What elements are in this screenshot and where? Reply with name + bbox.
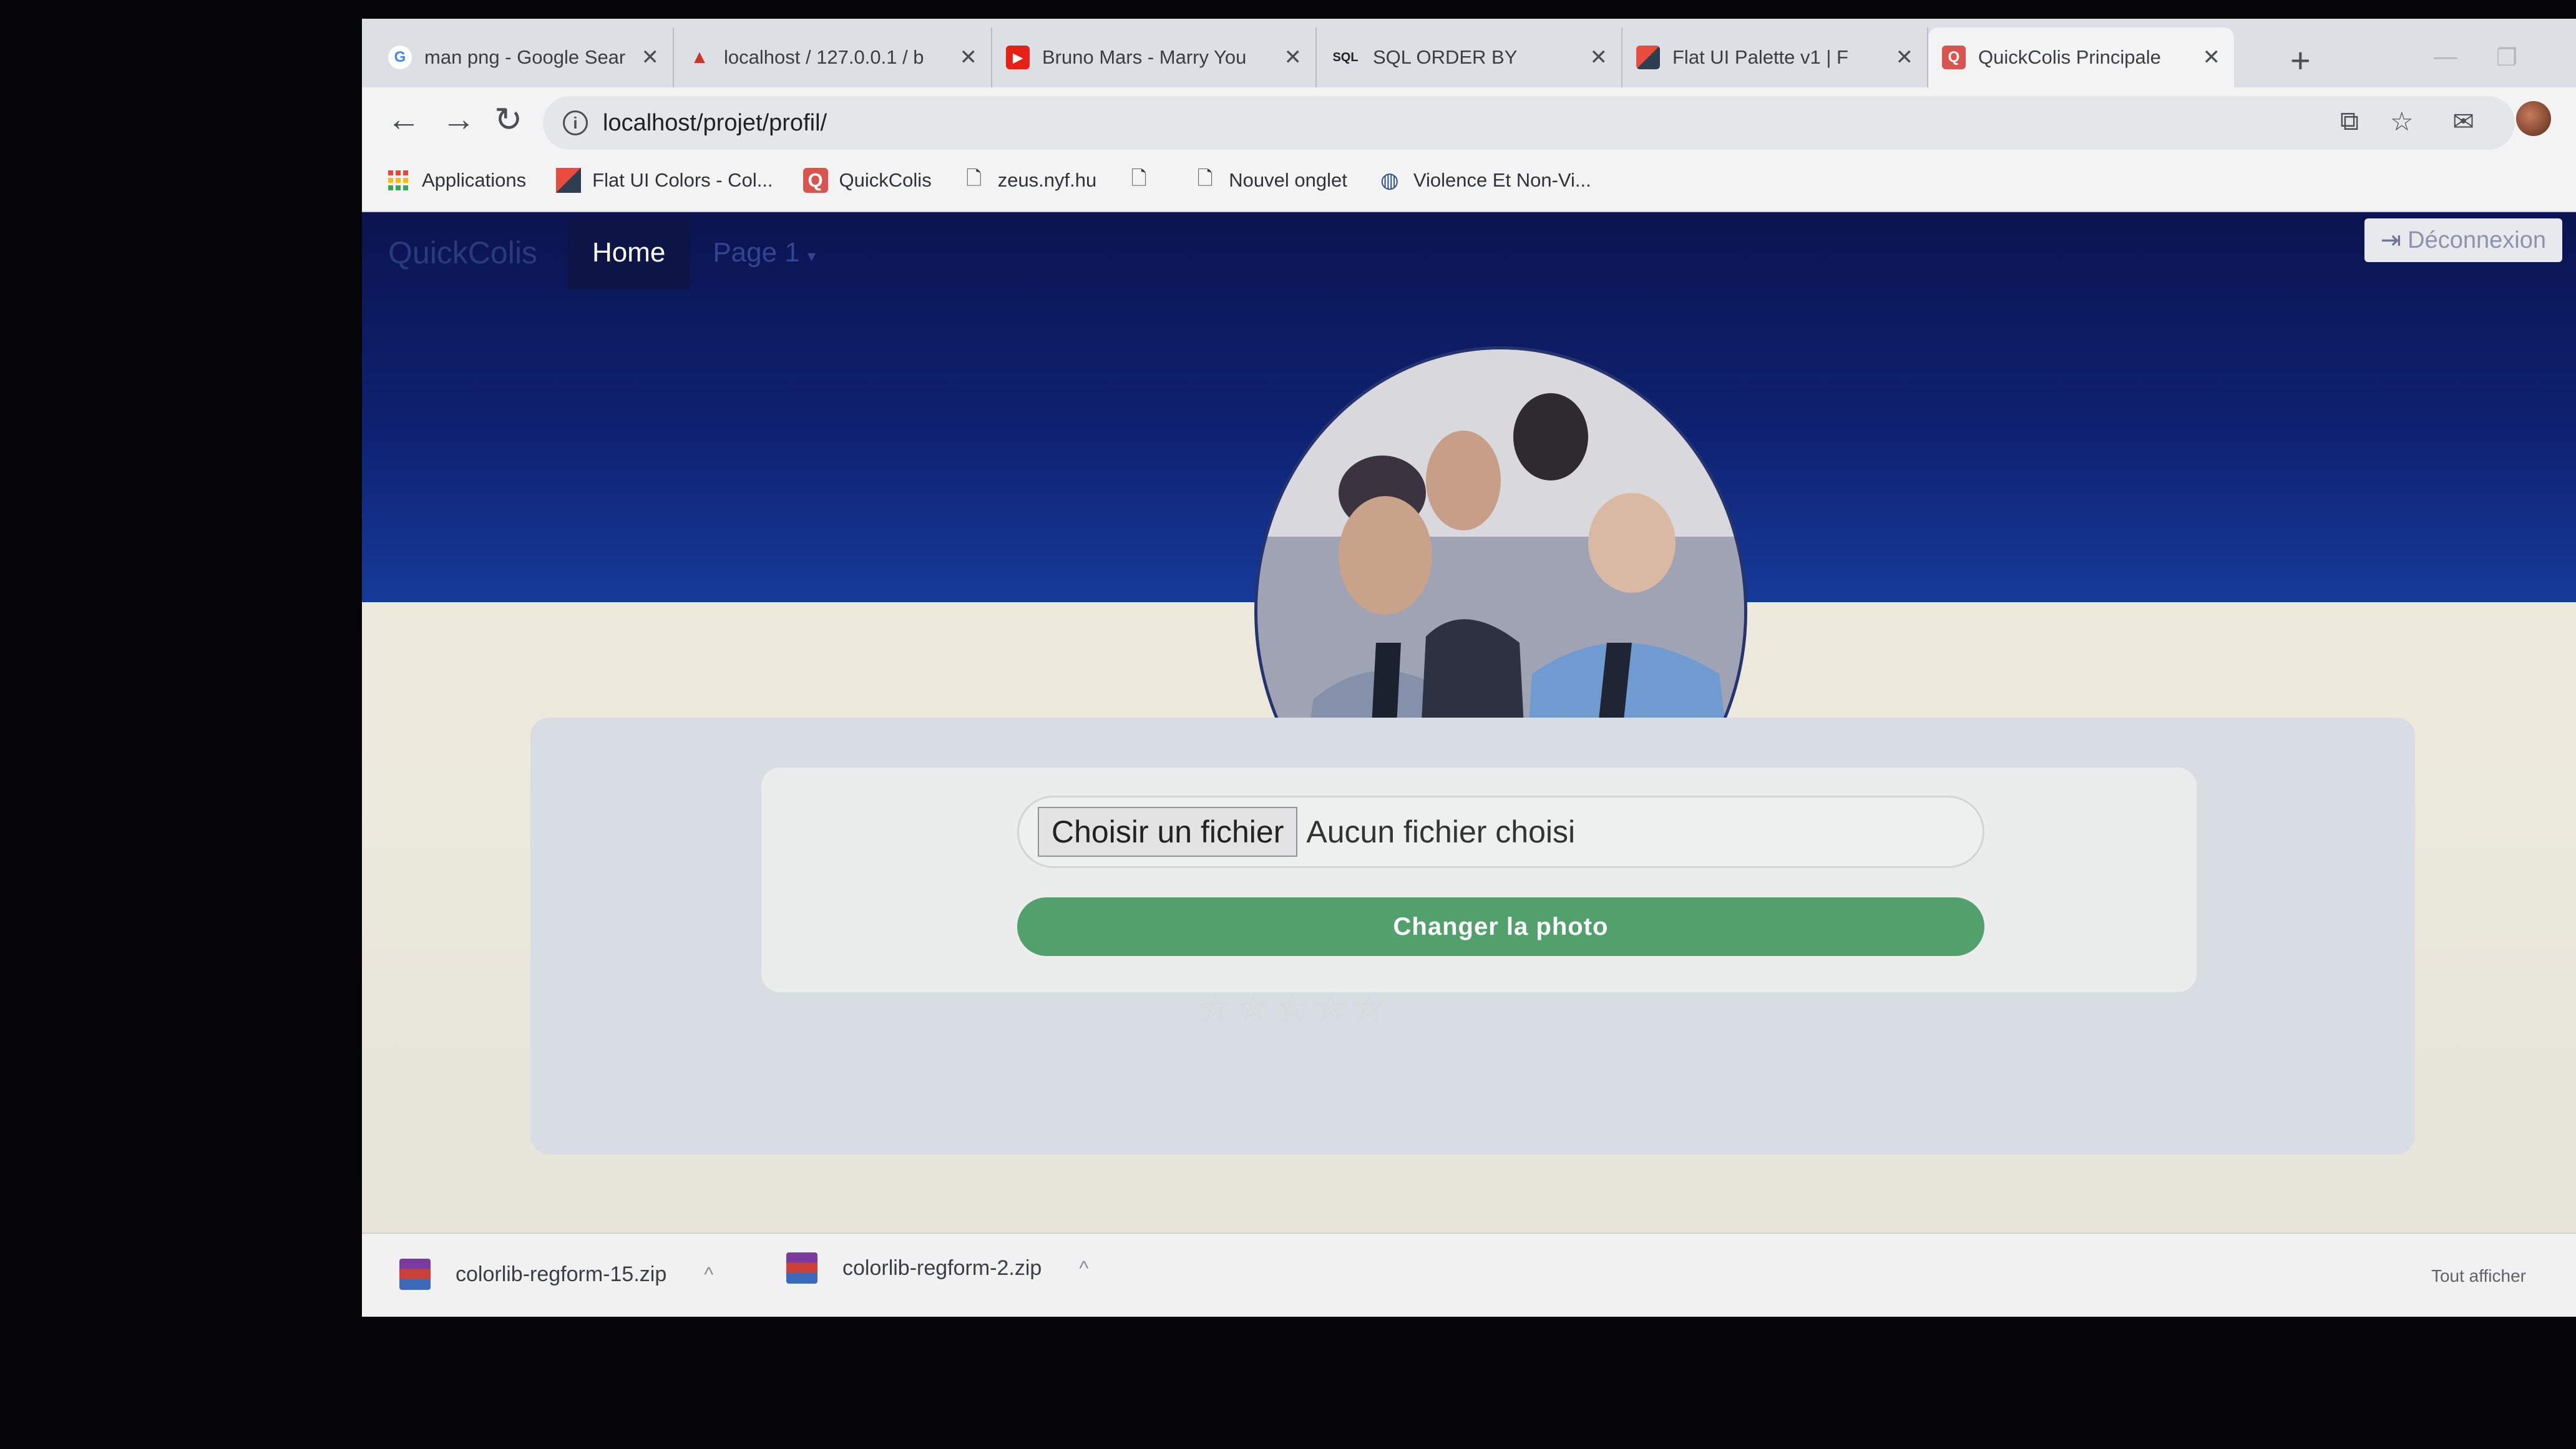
logout-icon: ⇥	[2380, 227, 2402, 254]
star-rating[interactable]: ☆☆☆☆☆	[1198, 986, 1391, 1030]
change-photo-button[interactable]: Changer la photo	[1017, 897, 1984, 956]
nav-page1-label: Page 1	[713, 237, 800, 268]
laptop-screen: G man png - Google Sear ✕ ▲ localhost / …	[362, 19, 2576, 1317]
bookmark-label: Violence Et Non-Vi...	[1413, 169, 1591, 191]
nav-home[interactable]: Home	[567, 216, 691, 290]
archive-icon	[786, 1252, 817, 1284]
page-icon: 🗋	[966, 167, 982, 189]
bookmarks-bar: Applications Flat UI Colors - Col... Q Q…	[362, 150, 2576, 212]
bookmark-violence[interactable]: ◍ Violence Et Non-Vi...	[1377, 168, 1591, 193]
close-icon[interactable]: ✕	[1284, 45, 1302, 70]
address-bar[interactable]: i localhost/projet/profil/	[543, 96, 2515, 150]
tab-label: QuickColis Principale	[1978, 46, 2161, 68]
google-icon: G	[388, 46, 412, 69]
tab-youtube[interactable]: ▶ Bruno Mars - Marry You ✕	[992, 27, 1317, 87]
site-navbar: QuickColis Home Page 1 ▾	[362, 212, 2576, 293]
tab-label: man png - Google Sear	[424, 46, 626, 68]
quickcolis-icon: Q	[803, 168, 828, 193]
bookmark-star-icon[interactable]: ☆	[2390, 106, 2414, 137]
download-item[interactable]: colorlib-regform-15.zip ^	[399, 1259, 713, 1290]
chevron-up-icon[interactable]: ^	[704, 1263, 713, 1286]
download-shelf: colorlib-regform-15.zip ^ colorlib-regfo…	[362, 1232, 2576, 1317]
bookmark-zeus[interactable]: 🗋 zeus.nyf.hu	[962, 167, 1097, 193]
youtube-icon: ▶	[1006, 46, 1030, 69]
nav-page1-dropdown[interactable]: Page 1 ▾	[713, 237, 816, 268]
maximize-icon[interactable]: ❐	[2496, 44, 2517, 72]
minimize-icon[interactable]: —	[2434, 44, 2457, 71]
bookmark-quickcolis[interactable]: Q QuickColis	[803, 168, 932, 193]
download-filename: colorlib-regform-15.zip	[456, 1262, 667, 1286]
phpmyadmin-icon: ▲	[690, 47, 709, 67]
bookmark-label: zeus.nyf.hu	[997, 169, 1097, 191]
bookmark-nouvel-onglet[interactable]: 🗋 Nouvel onglet	[1193, 167, 1347, 193]
reload-icon[interactable]: ↻	[494, 100, 522, 139]
close-icon[interactable]: ✕	[960, 45, 978, 70]
flatui-icon	[1636, 46, 1660, 69]
choose-file-button[interactable]: Choisir un fichier	[1038, 807, 1298, 857]
close-icon[interactable]: ✕	[642, 45, 660, 70]
download-filename: colorlib-regform-2.zip	[842, 1256, 1042, 1280]
archive-icon	[399, 1259, 431, 1290]
close-icon[interactable]: ✕	[1896, 45, 1914, 70]
tab-flat-ui-palette[interactable]: Flat UI Palette v1 | F ✕	[1622, 27, 1928, 87]
tab-label: Flat UI Palette v1 | F	[1672, 46, 1848, 68]
show-all-downloads-link[interactable]: Tout afficher	[2431, 1266, 2526, 1286]
logout-button[interactable]: ⇥ Déconnexion	[2364, 218, 2562, 262]
page-content: QuickColis Home Page 1 ▾ ⇥ Déconnexion C…	[362, 212, 2576, 1317]
tab-label: localhost / 127.0.0.1 / b	[724, 46, 924, 68]
tab-strip: G man png - Google Sear ✕ ▲ localhost / …	[362, 19, 2576, 87]
tab-sql-order-by[interactable]: SQL SQL ORDER BY ✕	[1317, 27, 1622, 87]
page-icon: 🗋	[1131, 167, 1147, 189]
bookmark-label: Nouvel onglet	[1229, 169, 1347, 191]
caret-down-icon: ▾	[807, 246, 816, 265]
bookmark-applications[interactable]: Applications	[386, 168, 526, 193]
close-icon[interactable]: ✕	[2203, 45, 2221, 70]
brand-logo[interactable]: QuickColis	[388, 235, 537, 271]
tab-phpmyadmin[interactable]: ▲ localhost / 127.0.0.1 / b ✕	[674, 27, 992, 87]
bookmark-label: Applications	[422, 169, 527, 191]
globe-icon: ◍	[1380, 168, 1399, 192]
site-info-icon[interactable]: i	[563, 110, 588, 135]
tab-label: Bruno Mars - Marry You	[1042, 46, 1247, 68]
close-icon[interactable]: ✕	[1590, 45, 1608, 70]
sql-icon: SQL	[1332, 50, 1359, 64]
upload-form: Choisir un fichier Aucun fichier choisi …	[761, 768, 2197, 992]
bookmark-flat-ui-colors[interactable]: Flat UI Colors - Col...	[556, 168, 773, 193]
file-input[interactable]: Choisir un fichier Aucun fichier choisi	[1017, 796, 1984, 868]
download-item[interactable]: colorlib-regform-2.zip ^	[786, 1252, 1088, 1284]
tab-label: SQL ORDER BY	[1373, 46, 1518, 68]
new-tab-icon[interactable]: +	[2290, 40, 2311, 80]
page-icon: 🗋	[1197, 167, 1213, 189]
profile-avatar-icon[interactable]	[2516, 101, 2551, 136]
logout-label: Déconnexion	[2408, 227, 2546, 253]
bookmark-label: QuickColis	[839, 169, 932, 191]
quickcolis-icon: Q	[1942, 46, 1966, 69]
forward-icon[interactable]: →	[442, 100, 476, 139]
flatui-icon	[556, 168, 582, 193]
apps-grid-icon	[386, 168, 411, 193]
bookmark-label: Flat UI Colors - Col...	[592, 169, 773, 191]
tab-quickcolis[interactable]: Q QuickColis Principale ✕	[1928, 27, 2234, 87]
bookmark-untitled[interactable]: 🗋	[1126, 167, 1163, 193]
file-status-text: Aucun fichier choisi	[1306, 814, 1576, 849]
tab-google-search[interactable]: G man png - Google Sear ✕	[374, 27, 674, 87]
url-text: localhost/projet/profil/	[603, 109, 827, 136]
extension-icon[interactable]: ✉	[2452, 106, 2474, 137]
chevron-up-icon[interactable]: ^	[1079, 1257, 1088, 1280]
translate-icon[interactable]: ⧉	[2340, 106, 2359, 137]
upload-card: Choisir un fichier Aucun fichier choisi …	[530, 718, 2415, 1154]
back-icon[interactable]: ←	[387, 100, 421, 139]
